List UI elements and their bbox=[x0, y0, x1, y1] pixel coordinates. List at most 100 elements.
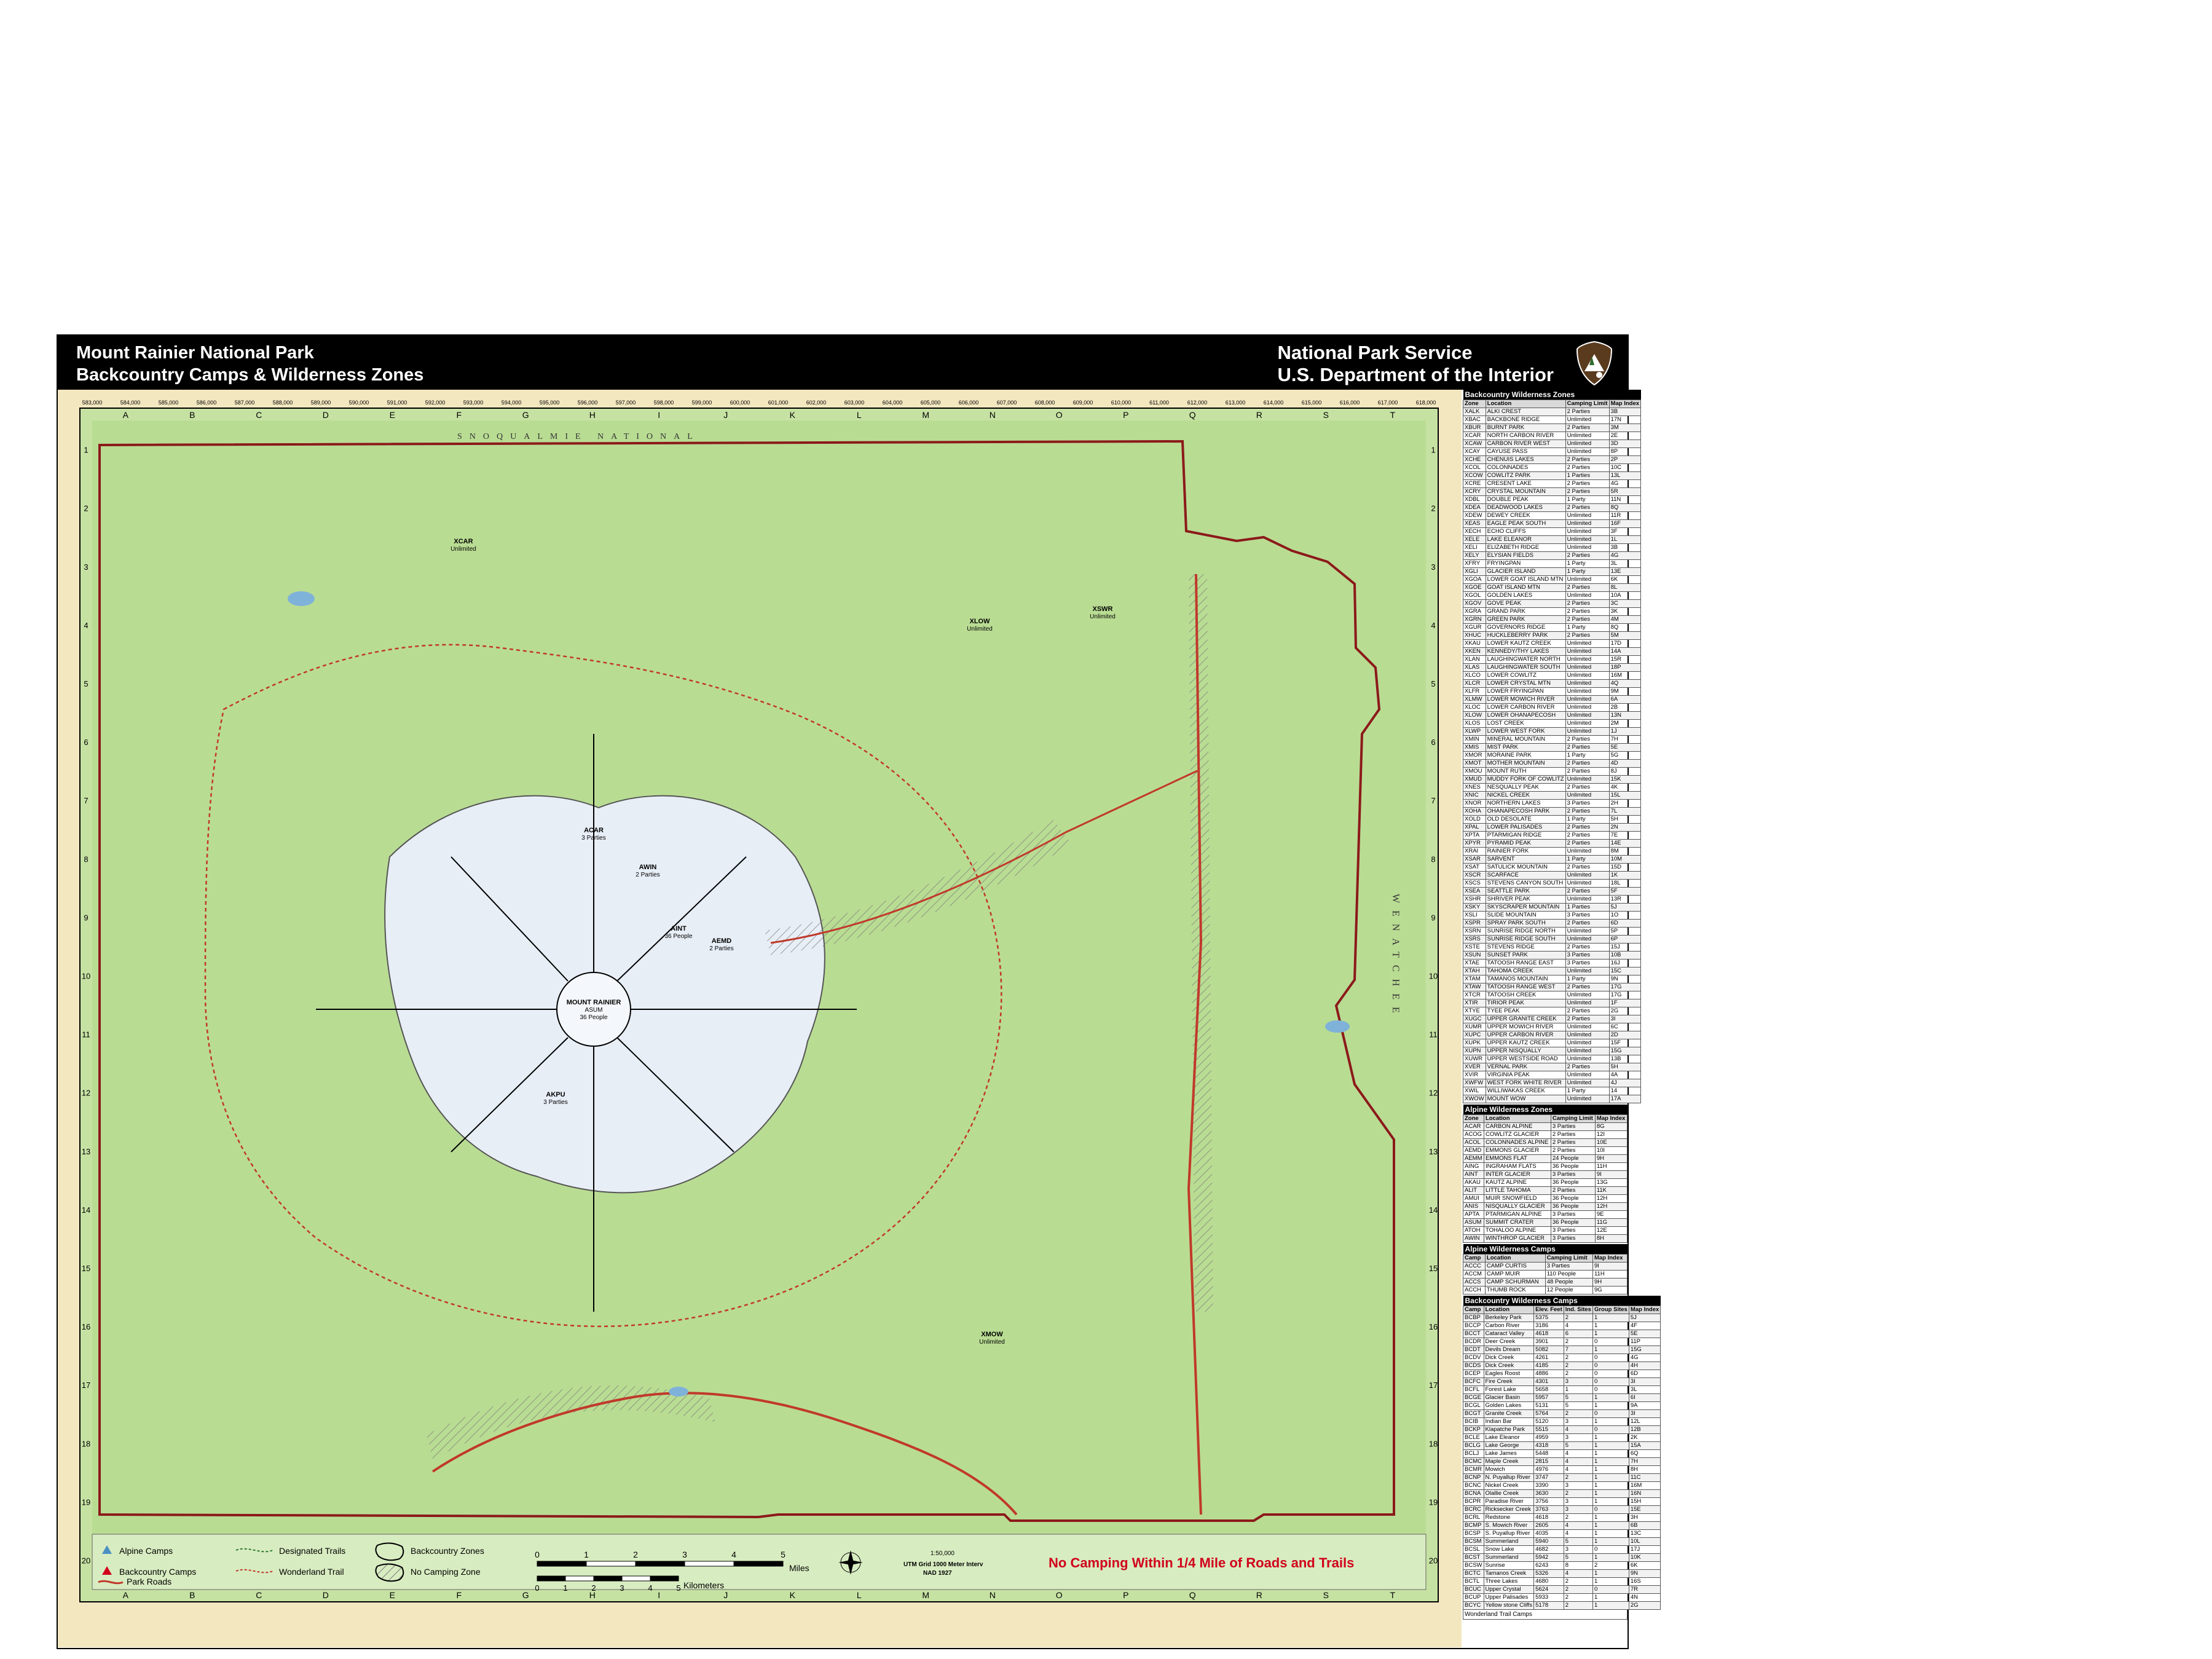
easting-tick: 594,000 bbox=[502, 400, 522, 406]
table-cell: 2 bbox=[1563, 1489, 1593, 1498]
table-row: XDEW DEWEY CREEK Unlimited 11R bbox=[1463, 511, 1642, 520]
table-cell: 36 People bbox=[1550, 1178, 1596, 1187]
table-cell: 15E bbox=[1628, 1505, 1661, 1514]
table-cell: GOVE PEAK bbox=[1485, 599, 1566, 608]
table-cell: XCAR bbox=[1463, 431, 1486, 440]
table-cell: 2H bbox=[1608, 799, 1642, 808]
table-row: XGOV GOVE PEAK 2 Parties 3C bbox=[1463, 599, 1642, 608]
table-cell: Olallie Creek bbox=[1483, 1489, 1535, 1498]
table-cell: TOHALOO ALPINE bbox=[1483, 1226, 1551, 1235]
scale-km-tick: 1 bbox=[563, 1583, 567, 1593]
table-cell: BCMR bbox=[1463, 1465, 1484, 1474]
table-cell: XNIC bbox=[1463, 791, 1486, 800]
table-cell: 2 bbox=[1563, 1473, 1593, 1482]
table-cell: 6B bbox=[1628, 1521, 1661, 1530]
table-cell: 5 bbox=[1563, 1553, 1593, 1562]
table-cell: SARVENT bbox=[1485, 855, 1566, 864]
easting-tick: 590,000 bbox=[349, 400, 369, 406]
table-row: BCFL Forest Lake 5658 1 0 3L bbox=[1463, 1385, 1661, 1394]
table-cell: COLONNADES bbox=[1485, 463, 1566, 472]
table-cell: Unlimited bbox=[1565, 591, 1610, 600]
table-cell: PTARMIGAN RIDGE bbox=[1485, 831, 1566, 840]
table-cell: XHUC bbox=[1463, 631, 1486, 640]
table-cell: BCLE bbox=[1463, 1433, 1484, 1442]
table-cell: 2K bbox=[1628, 1433, 1661, 1442]
table-cell: 6 bbox=[1563, 1330, 1593, 1338]
easting-tick: 591,000 bbox=[387, 400, 407, 406]
grid-row-label: 8 bbox=[84, 854, 88, 864]
table-cell: 8J bbox=[1608, 767, 1642, 776]
table-row: XELI ELIZABETH RIDGE Unlimited 3B bbox=[1463, 543, 1642, 552]
table-cell: LOWER OHANAPECOSH bbox=[1485, 711, 1566, 720]
table-cell: SUMMIT CRATER bbox=[1483, 1218, 1551, 1227]
table-cell: Unlimited bbox=[1565, 416, 1610, 424]
table-cell: 0 bbox=[1592, 1377, 1629, 1386]
table-cell: XELE bbox=[1463, 535, 1486, 544]
table-cell: UPPER MOWICH RIVER bbox=[1485, 1023, 1566, 1031]
column-header: Camp bbox=[1463, 1254, 1486, 1263]
table-cell: 6I bbox=[1628, 1393, 1661, 1402]
grid-row-label: 4 bbox=[1431, 621, 1435, 630]
grid-row-label: 13 bbox=[1429, 1147, 1438, 1156]
table-row: BCTL Three Lakes 4680 2 1 16S bbox=[1463, 1577, 1661, 1586]
table-cell: BCMC bbox=[1463, 1457, 1484, 1466]
table-cell: 36 People bbox=[1550, 1202, 1596, 1211]
table-row: XBUR BURNT PARK 2 Parties 3M bbox=[1463, 424, 1642, 432]
column-header: Camp bbox=[1463, 1306, 1484, 1314]
table-cell: 3 bbox=[1563, 1481, 1593, 1490]
table-cell: 5764 bbox=[1533, 1409, 1564, 1418]
table-cell: AEMM bbox=[1463, 1154, 1484, 1163]
table-cell: BCYC bbox=[1463, 1601, 1484, 1610]
table-cell: NESQUALLY PEAK bbox=[1485, 783, 1566, 792]
table-cell: 4 bbox=[1563, 1425, 1593, 1434]
table-cell: SUNRISE RIDGE SOUTH bbox=[1485, 935, 1566, 944]
table-cell: Sunrise bbox=[1483, 1561, 1535, 1570]
table-cell: XLAN bbox=[1463, 655, 1486, 664]
easting-tick: 593,000 bbox=[463, 400, 484, 406]
table-cell: Fire Creek bbox=[1483, 1377, 1535, 1386]
table-row: XMOU MOUNT RUTH 2 Parties 8J bbox=[1463, 767, 1642, 776]
grid-column-label: M bbox=[922, 1590, 929, 1600]
table-cell: 5R bbox=[1608, 487, 1642, 496]
table-row: BCTC Tamanos Creek 5326 4 1 9N bbox=[1463, 1569, 1661, 1578]
department-name: U.S. Department of the Interior bbox=[1277, 364, 1554, 385]
table-cell: Unlimited bbox=[1565, 1055, 1610, 1063]
table-cell: 2 Parties bbox=[1550, 1146, 1596, 1155]
easting-tick: 608,000 bbox=[1035, 400, 1055, 406]
table-cell: 3 Parties bbox=[1545, 1262, 1593, 1271]
table-cell: Unlimited bbox=[1565, 679, 1610, 688]
table-cell: XKAU bbox=[1463, 639, 1486, 648]
table-cell: 1F bbox=[1608, 999, 1642, 1007]
grid-column-label: G bbox=[522, 1590, 529, 1600]
table-row: XCAY CAYUSE PASS Unlimited 8P bbox=[1463, 447, 1642, 456]
zone-limit-label: 3 Parties bbox=[543, 1099, 567, 1106]
grid-row-label: 2 bbox=[84, 504, 88, 513]
table-row: XUGC UPPER GRANITE CREEK 2 Parties 3I bbox=[1463, 1015, 1642, 1023]
grid-column-label: K bbox=[790, 410, 796, 420]
easting-tick: 588,000 bbox=[273, 400, 293, 406]
table-cell: Unlimited bbox=[1565, 1039, 1610, 1047]
table-row: BCSW Sunrise 6243 8 2 6K bbox=[1463, 1561, 1661, 1570]
table-cell: 4G bbox=[1608, 551, 1642, 560]
table-row: XMOR MORAINE PARK 1 Party 5G bbox=[1463, 751, 1642, 760]
park-map[interactable]: ABCDEFGHIJKLMNOPQRST ABCDEFGHIJKLMNOPQRS… bbox=[58, 390, 1462, 1647]
easting-tick: 583,000 bbox=[82, 400, 103, 406]
table-cell: 1 bbox=[1592, 1393, 1629, 1402]
table-cell: 4D bbox=[1608, 759, 1642, 768]
table-cell: 10C bbox=[1608, 463, 1642, 472]
table-cell: SEATTLE PARK bbox=[1485, 887, 1566, 896]
table-cell: 8P bbox=[1608, 447, 1642, 456]
map-panel[interactable]: ABCDEFGHIJKLMNOPQRST ABCDEFGHIJKLMNOPQRS… bbox=[58, 390, 1462, 1647]
grid-row-label: 5 bbox=[84, 679, 88, 688]
table-cell: 3901 bbox=[1533, 1338, 1564, 1346]
table-cell: 0 bbox=[1592, 1338, 1629, 1346]
grid-column-label: B bbox=[189, 410, 195, 420]
table-cell: XBAC bbox=[1463, 416, 1486, 424]
table-cell: XGLI bbox=[1463, 567, 1486, 576]
table-row: XLOS LOST CREEK Unlimited 2M bbox=[1463, 719, 1642, 728]
table-row: XLCO LOWER COWLITZ Unlimited 16M bbox=[1463, 671, 1642, 680]
table-cell: Unlimited bbox=[1565, 671, 1610, 680]
table-row: ALIT LITTLE TAHOMA 2 Parties 11K bbox=[1463, 1186, 1628, 1195]
table-cell: VERNAL PARK bbox=[1485, 1063, 1566, 1071]
easting-tick: 598,000 bbox=[654, 400, 674, 406]
